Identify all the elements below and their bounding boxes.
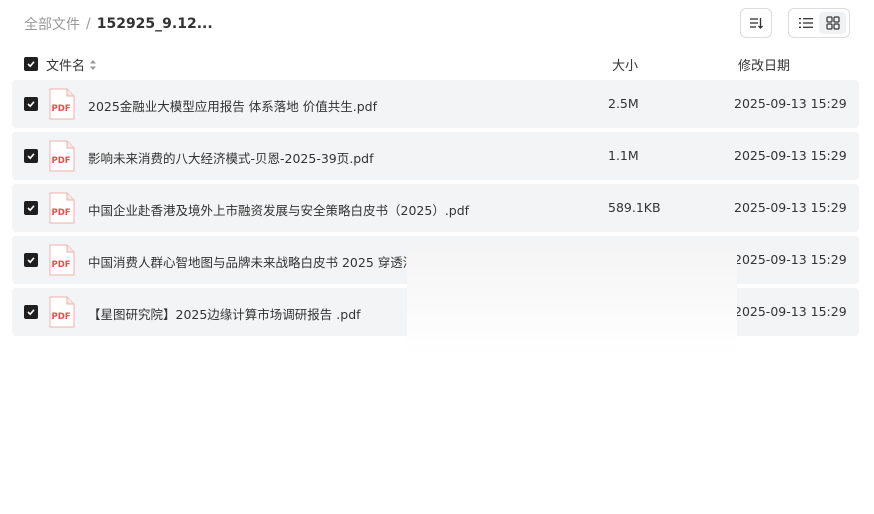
pdf-icon-label: PDF: [52, 104, 71, 114]
file-modified-date: 2025-09-13 15:29: [734, 96, 847, 111]
column-header-name[interactable]: 文件名: [46, 55, 98, 74]
pdf-icon-label: PDF: [52, 312, 71, 322]
list-view-button[interactable]: [792, 12, 819, 34]
grid-view-icon: [825, 16, 840, 30]
file-row[interactable]: PDF 2025金融业大模型应用报告 体系落地 价值共生.pdf 2.5M 20…: [12, 80, 859, 128]
row-checkbox[interactable]: [24, 305, 38, 319]
breadcrumb-separator: /: [86, 16, 91, 32]
select-all-checkbox[interactable]: [24, 57, 38, 71]
list-view-icon: [798, 18, 813, 28]
check-icon: [27, 257, 35, 264]
table-header: 文件名 大小 修改日期: [12, 52, 859, 76]
check-icon: [27, 101, 35, 108]
pdf-file-icon: PDF: [49, 296, 75, 328]
pdf-icon-label: PDF: [52, 260, 71, 270]
file-row[interactable]: PDF 影响未来消费的八大经济模式-贝恩-2025-39页.pdf 1.1M 2…: [12, 132, 859, 180]
file-name[interactable]: 2025金融业大模型应用报告 体系落地 价值共生.pdf: [88, 96, 377, 115]
breadcrumb-root-link[interactable]: 全部文件: [24, 14, 80, 34]
sort-toggle-icon: [90, 59, 97, 70]
file-row[interactable]: PDF 中国企业赴香港及境外上市融资发展与安全策略白皮书（2025）.pdf 5…: [12, 184, 859, 232]
pdf-file-icon: PDF: [49, 88, 75, 120]
column-header-date[interactable]: 修改日期: [738, 55, 790, 74]
file-size: 1.1M: [608, 148, 639, 163]
grid-view-button[interactable]: [819, 12, 846, 34]
pdf-icon-label: PDF: [52, 208, 71, 218]
file-modified-date: 2025-09-13 15:29: [734, 148, 847, 163]
pdf-icon-label: PDF: [52, 156, 71, 166]
row-checkbox[interactable]: [24, 97, 38, 111]
file-name[interactable]: 【星图研究院】2025边缘计算市场调研报告 .pdf: [88, 304, 361, 323]
file-size: 589.1KB: [608, 200, 661, 215]
file-name[interactable]: 中国企业赴香港及境外上市融资发展与安全策略白皮书（2025）.pdf: [88, 200, 469, 219]
check-icon: [27, 153, 35, 160]
column-header-name-label: 文件名: [46, 59, 86, 74]
check-icon: [27, 61, 35, 68]
file-name[interactable]: 影响未来消费的八大经济模式-贝恩-2025-39页.pdf: [88, 148, 374, 167]
view-toggle-group: [788, 8, 850, 38]
pdf-file-icon: PDF: [49, 192, 75, 224]
file-size: 2.5M: [608, 96, 639, 111]
check-icon: [27, 205, 35, 212]
pdf-file-icon: PDF: [49, 140, 75, 172]
pdf-file-icon: PDF: [49, 244, 75, 276]
file-modified-date: 2025-09-13 15:29: [734, 200, 847, 215]
column-header-size[interactable]: 大小: [612, 55, 638, 74]
file-name[interactable]: 中国消费人群心智地图与品牌未来战略白皮书 2025 穿透消费: [88, 252, 428, 271]
file-modified-date: 2025-09-13 15:29: [734, 252, 847, 267]
row-checkbox[interactable]: [24, 201, 38, 215]
sort-button[interactable]: [740, 8, 772, 38]
breadcrumb-current: 152925_9.12...: [96, 16, 213, 32]
sort-icon: [750, 18, 763, 29]
redaction-overlay: [407, 249, 737, 356]
breadcrumb: 全部文件 / 152925_9.12...: [24, 14, 213, 34]
file-modified-date: 2025-09-13 15:29: [734, 304, 847, 319]
check-icon: [27, 309, 35, 316]
row-checkbox[interactable]: [24, 149, 38, 163]
row-checkbox[interactable]: [24, 253, 38, 267]
